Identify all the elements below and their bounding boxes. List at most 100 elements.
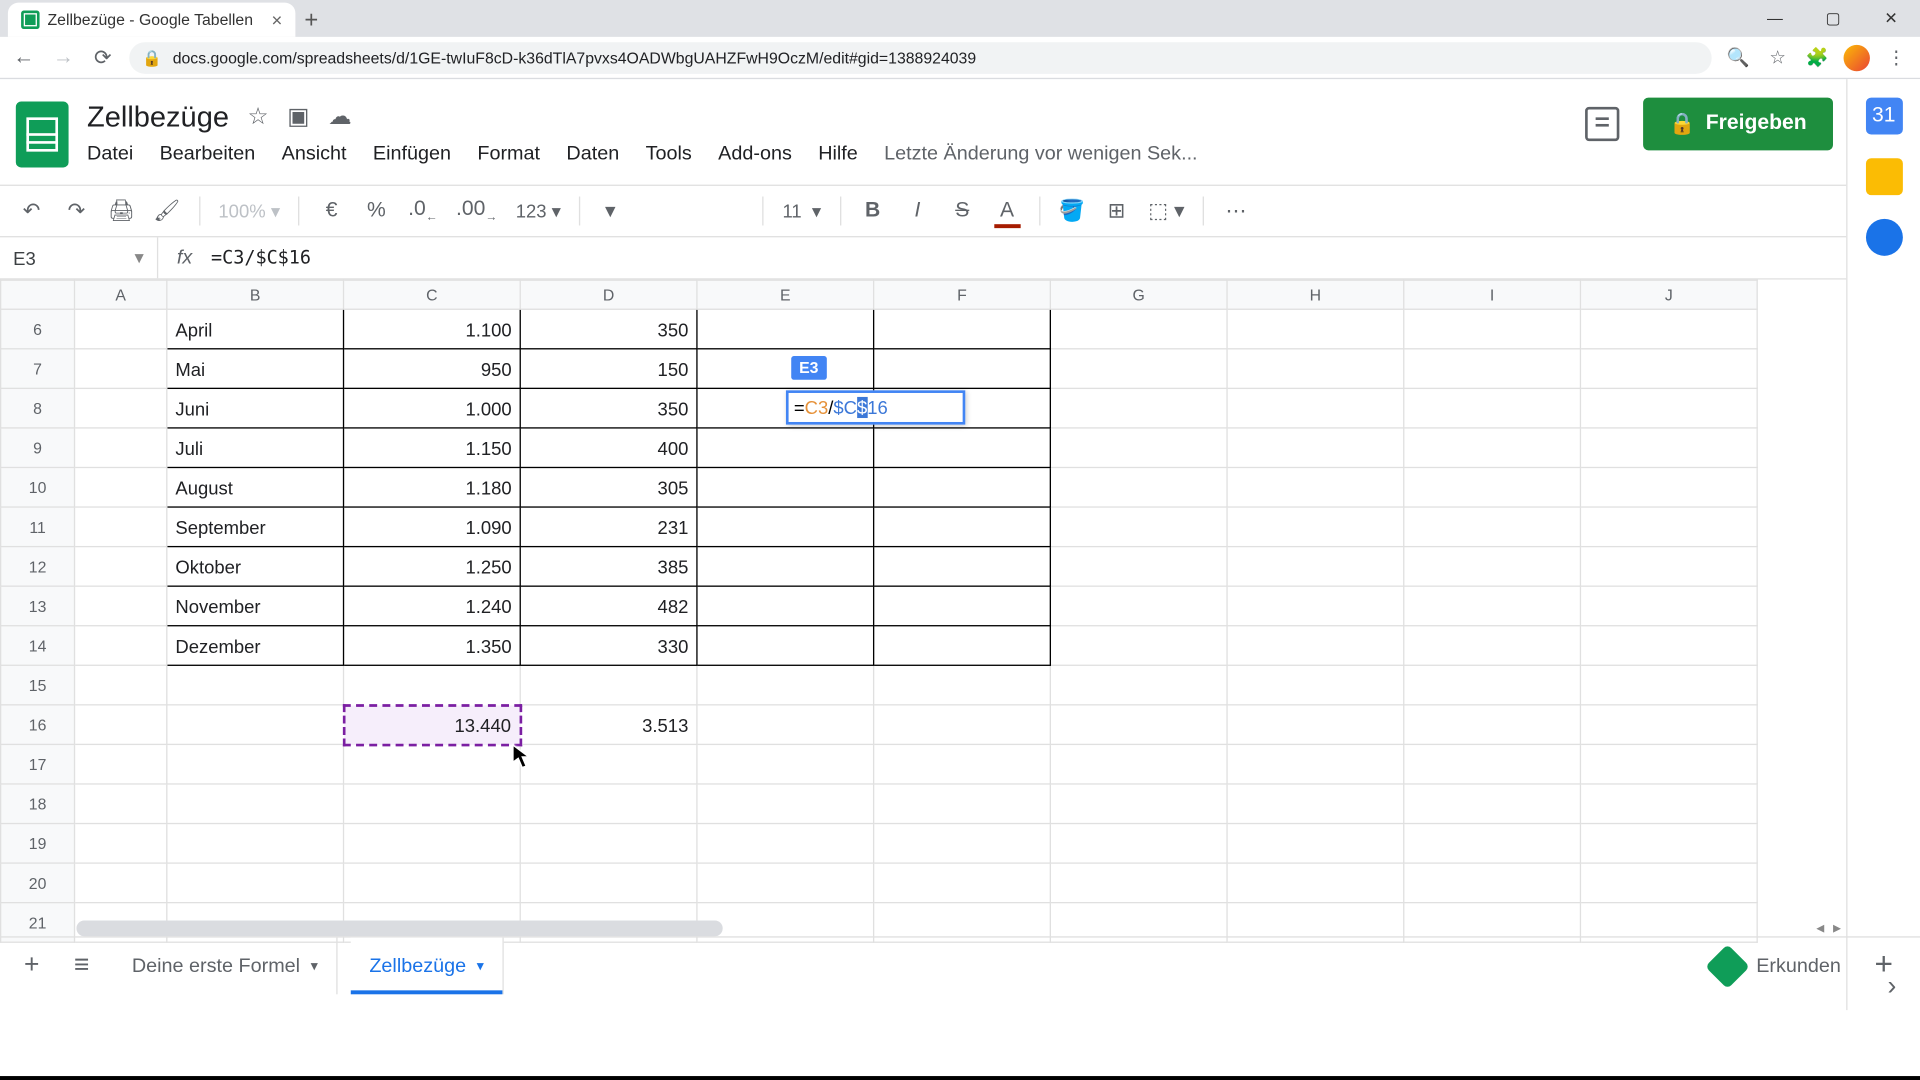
app-header: Zellbezüge ☆ ▣ ☁ Datei Bearbeiten Ansich… <box>0 79 1920 184</box>
menu-format[interactable]: Format <box>477 142 540 164</box>
col-header[interactable]: H <box>1227 280 1404 309</box>
sheet-tab-bar: + ≡ Deine erste Formel▾ Zellbezüge▾ Erku… <box>0 936 1920 994</box>
cell[interactable]: 1.100 <box>344 309 521 349</box>
calendar-icon[interactable]: 31 <box>1865 98 1902 135</box>
cell[interactable]: 350 <box>520 309 697 349</box>
formula-bar: E3▾ fx =C3/$C$16 <box>0 237 1920 279</box>
minimize-icon[interactable]: — <box>1746 0 1804 37</box>
col-header[interactable]: I <box>1404 280 1581 309</box>
col-header[interactable]: E <box>697 280 874 309</box>
cell-editor[interactable]: =C3/$C$16 <box>786 390 965 424</box>
row-header[interactable]: 11 <box>1 507 75 547</box>
menu-daten[interactable]: Daten <box>566 142 619 164</box>
redo-icon[interactable]: ↷ <box>63 198 89 224</box>
col-header[interactable]: G <box>1050 280 1227 309</box>
currency-button[interactable]: € <box>318 199 344 223</box>
decrease-decimal-button[interactable]: .0← <box>408 198 437 223</box>
print-icon[interactable]: 🖨 <box>108 198 135 224</box>
row-header[interactable]: 10 <box>1 467 75 507</box>
extensions-icon[interactable]: 🧩 <box>1804 46 1830 68</box>
menu-einfuegen[interactable]: Einfügen <box>373 142 451 164</box>
explore-button[interactable]: Erkunden <box>1711 950 1841 982</box>
back-icon[interactable]: ← <box>11 45 37 69</box>
undo-icon[interactable]: ↶ <box>18 198 44 224</box>
row-header[interactable]: 13 <box>1 586 75 626</box>
row-header[interactable]: 8 <box>1 388 75 428</box>
horizontal-scrollbar[interactable] <box>76 920 722 936</box>
spreadsheet-grid[interactable]: A B C D E F G H I J 6April1.100350 7Mai9… <box>0 280 1758 943</box>
row-header[interactable]: 16 <box>1 705 75 745</box>
select-all-corner[interactable] <box>1 280 75 309</box>
sheets-logo-icon[interactable] <box>16 102 69 168</box>
col-header[interactable]: C <box>344 280 521 309</box>
forward-icon[interactable]: → <box>50 45 76 69</box>
tasks-icon[interactable] <box>1865 219 1902 256</box>
increase-decimal-button[interactable]: .00→ <box>456 198 497 223</box>
scroll-arrows[interactable]: ◄ ► <box>1814 922 1844 937</box>
zoom-icon[interactable]: 🔍 <box>1725 46 1751 68</box>
more-toolbar-icon[interactable]: ⋯ <box>1223 198 1249 224</box>
strikethrough-button[interactable]: S <box>949 199 975 223</box>
browser-tab[interactable]: Zellbezüge - Google Tabellen × <box>8 3 296 37</box>
merge-cells-button[interactable]: ⬚ ▾ <box>1148 198 1184 224</box>
sheet-tab[interactable]: Deine erste Formel▾ <box>113 938 337 995</box>
cell[interactable] <box>874 309 1051 349</box>
browser-profile-avatar[interactable] <box>1844 44 1870 70</box>
document-title[interactable]: Zellbezüge <box>87 100 229 134</box>
cell[interactable]: April <box>167 309 344 349</box>
maximize-icon[interactable]: ▢ <box>1804 0 1862 37</box>
omnibox[interactable]: 🔒 docs.google.com/spreadsheets/d/1GE-twI… <box>129 42 1711 74</box>
paint-format-icon[interactable]: 🖌 <box>153 198 180 224</box>
name-box[interactable]: E3▾ <box>0 237 158 278</box>
row-header[interactable]: 7 <box>1 349 75 389</box>
menu-datei[interactable]: Datei <box>87 142 133 164</box>
borders-button[interactable]: ⊞ <box>1103 198 1129 224</box>
close-window-icon[interactable]: ✕ <box>1862 0 1920 37</box>
share-button[interactable]: 🔒 Freigeben <box>1643 98 1833 151</box>
formula-input[interactable]: =C3/$C$16 <box>211 247 1920 268</box>
bold-button[interactable]: B <box>859 199 885 223</box>
menu-tools[interactable]: Tools <box>646 142 692 164</box>
col-header[interactable]: A <box>75 280 167 309</box>
col-header[interactable]: B <box>167 280 344 309</box>
col-header[interactable]: J <box>1580 280 1757 309</box>
menu-hilfe[interactable]: Hilfe <box>818 142 858 164</box>
add-sheet-button[interactable]: + <box>13 951 50 981</box>
zoom-select[interactable]: 100% ▾ <box>218 200 280 222</box>
close-tab-icon[interactable]: × <box>272 9 283 30</box>
font-size-select[interactable]: 11 ▾ <box>782 200 821 222</box>
row-header[interactable]: 12 <box>1 547 75 587</box>
browser-menu-icon[interactable]: ⋮ <box>1883 46 1909 68</box>
font-family-select[interactable]: ▾ <box>599 197 744 225</box>
all-sheets-icon[interactable]: ≡ <box>63 951 100 981</box>
menu-addons[interactable]: Add-ons <box>718 142 792 164</box>
col-header[interactable]: D <box>520 280 697 309</box>
lock-icon: 🔒 <box>142 48 162 66</box>
referenced-cell[interactable]: 13.440 <box>344 705 521 745</box>
sheets-favicon <box>21 11 39 29</box>
percent-button[interactable]: % <box>363 199 389 223</box>
reload-icon[interactable]: ⟳ <box>90 44 116 70</box>
row-header[interactable]: 6 <box>1 309 75 349</box>
text-color-button[interactable]: A <box>994 199 1020 223</box>
col-header[interactable]: F <box>874 280 1051 309</box>
menu-ansicht[interactable]: Ansicht <box>282 142 347 164</box>
menu-bar: Datei Bearbeiten Ansicht Einfügen Format… <box>87 142 1198 164</box>
star-icon[interactable]: ☆ <box>1764 46 1790 68</box>
number-format-select[interactable]: 123 ▾ <box>516 200 561 222</box>
menu-bearbeiten[interactable]: Bearbeiten <box>160 142 256 164</box>
row-header[interactable]: 14 <box>1 626 75 666</box>
star-doc-icon[interactable]: ☆ <box>247 103 268 131</box>
comments-icon[interactable] <box>1585 107 1619 141</box>
sheet-tab-active[interactable]: Zellbezüge▾ <box>351 938 504 995</box>
row-header[interactable]: 9 <box>1 428 75 468</box>
keep-icon[interactable] <box>1865 158 1902 195</box>
italic-button[interactable]: I <box>904 199 930 223</box>
new-tab-button[interactable]: + <box>295 7 327 37</box>
last-edit-text[interactable]: Letzte Änderung vor wenigen Sek... <box>884 142 1197 164</box>
cloud-status-icon[interactable]: ☁ <box>328 103 352 131</box>
fill-color-button[interactable]: 🪣 <box>1059 198 1085 224</box>
move-icon[interactable]: ▣ <box>287 103 309 131</box>
row-header[interactable]: 15 <box>1 665 75 705</box>
cell[interactable] <box>697 309 874 349</box>
